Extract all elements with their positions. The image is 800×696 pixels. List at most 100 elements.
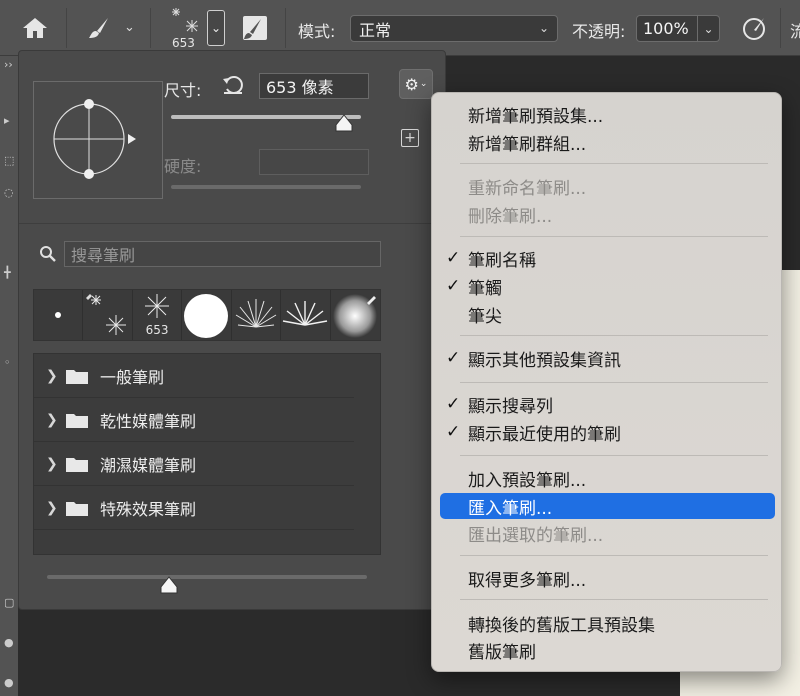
folder-icon [66,370,88,384]
frame-tool-icon[interactable]: ▢ [4,596,16,609]
hardness-input [259,149,369,175]
brush-picker-dropdown-button[interactable]: ⌄ [207,10,225,46]
menu-separator [460,555,768,556]
brush-preset-picker[interactable]: 653 [164,4,210,52]
menu-item[interactable]: ✓ 顯示最近使用的筆刷 [440,419,775,445]
menu-item-label: 匯入筆刷... [468,498,553,519]
home-icon[interactable] [20,14,50,42]
blend-mode-value: 正常 [359,20,392,40]
lasso-tool-icon[interactable]: ◌ [4,186,16,199]
chevron-right-icon[interactable]: ❯ [46,456,58,472]
panel-collapse-icon[interactable]: ›› [4,58,16,71]
brush-angle-roundness-widget[interactable] [34,82,164,200]
size-value: 653 像素 [266,78,334,97]
size-slider-track[interactable] [171,115,361,119]
new-preset-button[interactable]: + [401,129,419,147]
folder-label: 潮濕媒體筆刷 [100,455,197,475]
menu-item-label: 取得更多筆刷... [468,570,587,591]
menu-item[interactable]: 舊版筆刷 [440,637,775,663]
chevron-right-icon[interactable]: ❯ [46,412,58,428]
folder-wet-media-brushes[interactable]: ❯ 潮濕媒體筆刷 [34,442,354,486]
recent-brush-snowflake-653[interactable]: 653 [133,290,183,340]
brush-search-input[interactable]: 搜尋筆刷 [64,241,381,267]
recent-brush-hard-round[interactable] [182,290,232,340]
reset-size-icon[interactable] [221,73,245,97]
menu-item[interactable]: 匯入筆刷... [440,493,775,519]
preview-size-slider-track[interactable] [47,575,367,579]
menu-item-label: 加入預設筆刷... [468,470,587,491]
opacity-label: 不透明: [572,22,626,41]
checkmark-icon: ✓ [446,394,461,414]
menu-item[interactable]: ✓ 顯示搜尋列 [440,391,775,417]
menu-item[interactable]: 轉換後的舊版工具預設集 [440,610,775,636]
blend-mode-select[interactable]: 正常 ⌄ [350,15,558,42]
menu-item[interactable]: 加入預設筆刷... [440,465,775,491]
menu-item[interactable]: ✓ 顯示其他預設集資訊 [440,345,775,371]
menu-item-label: 顯示最近使用的筆刷 [468,424,621,445]
menu-item[interactable]: 筆尖 [440,301,775,327]
preview-size-slider-thumb[interactable] [159,575,179,595]
menu-separator [460,335,768,336]
brush-tool-icon[interactable] [84,14,114,42]
brush-panel-flyout-menu: 新增筆刷預設集... 新增筆刷群組... 重新命名筆刷... 刪除筆刷... ✓ 筆刷名稱… [431,92,782,672]
brush-panel-settings-button[interactable]: ⚙ ⌄ [399,69,433,99]
snowflake-brush-icon [172,8,198,32]
tools-panel: ›› ▸ ⬚ ◌ ╋ ◦ ▢ ● ● [0,56,18,696]
chevron-right-icon[interactable]: ❯ [46,368,58,384]
menu-item-label: 轉換後的舊版工具預設集 [468,615,655,636]
recent-brush-snowflake-small[interactable] [83,290,133,340]
recent-brush-round-small[interactable] [34,290,84,340]
dodge-tool-icon[interactable]: ● [4,676,16,689]
menu-item-label: 新增筆刷群組... [468,134,587,155]
size-slider-thumb[interactable] [334,113,354,133]
menu-item-label: 筆尖 [468,306,502,327]
folder-label: 一般筆刷 [100,367,165,387]
opacity-input[interactable]: 100% [636,15,698,42]
menu-item[interactable]: ✓ 筆觸 [440,273,775,299]
recent-brushes: 653 [33,289,381,341]
plus-icon: + [404,130,416,146]
menu-item[interactable]: ✓ 筆刷名稱 [440,245,775,271]
menu-item-label: 筆觸 [468,278,502,299]
opacity-value: 100% [643,19,689,38]
chevron-down-icon: ⌄ [538,21,549,35]
blur-tool-icon[interactable]: ● [4,636,16,649]
folder-dry-media-brushes[interactable]: ❯ 乾性媒體筆刷 [34,398,354,442]
folder-label: 特殊效果筆刷 [100,499,197,519]
recent-brush-spatter-fan-2[interactable] [281,290,331,340]
brush-size-readout: 653 [172,36,195,50]
menu-item: 匯出選取的筆刷... [440,520,775,546]
menu-item[interactable]: 取得更多筆刷... [440,565,775,591]
search-icon [40,246,56,262]
folder-special-effects-brushes[interactable]: ❯ 特殊效果筆刷 [34,486,354,530]
tool-preset-chevron-icon[interactable]: ⌄ [124,20,135,35]
menu-item[interactable]: 新增筆刷群組... [440,129,775,155]
checkmark-icon: ✓ [446,422,461,442]
folder-general-brushes[interactable]: ❯ 一般筆刷 [34,354,354,398]
hardness-label: 硬度: [164,157,202,176]
recent-brush-spatter-fan-1[interactable] [232,290,282,340]
chevron-right-icon[interactable]: ❯ [46,500,58,516]
menu-item-label: 舊版筆刷 [468,642,536,663]
menu-item[interactable]: 新增筆刷預設集... [440,101,775,127]
recent-brush-soft-round[interactable] [331,290,380,340]
recent-brush-size-label: 653 [145,323,169,337]
menu-item-label: 新增筆刷預設集... [468,106,604,127]
marquee-tool-icon[interactable]: ⬚ [4,154,16,167]
opacity-dropdown-button[interactable]: ⌄ [698,15,720,42]
brush-settings-panel-icon[interactable] [240,13,270,43]
eyedropper-tool-icon[interactable]: ◦ [4,356,16,369]
menu-item-label: 重新命名筆刷... [468,178,587,199]
size-input[interactable]: 653 像素 [259,73,369,99]
gear-icon: ⚙ [404,74,419,94]
checkmark-icon: ✓ [446,248,461,268]
menu-item-label: 刪除筆刷... [468,206,553,227]
menu-separator [460,599,768,600]
tool-icon[interactable]: ▸ [4,114,16,127]
checkmark-icon: ✓ [446,348,461,368]
divider [19,223,447,224]
folder-icon [66,502,88,516]
crop-tool-icon[interactable]: ╋ [4,266,16,279]
brush-tip-preview[interactable] [33,81,163,199]
pressure-opacity-icon[interactable] [740,14,770,42]
